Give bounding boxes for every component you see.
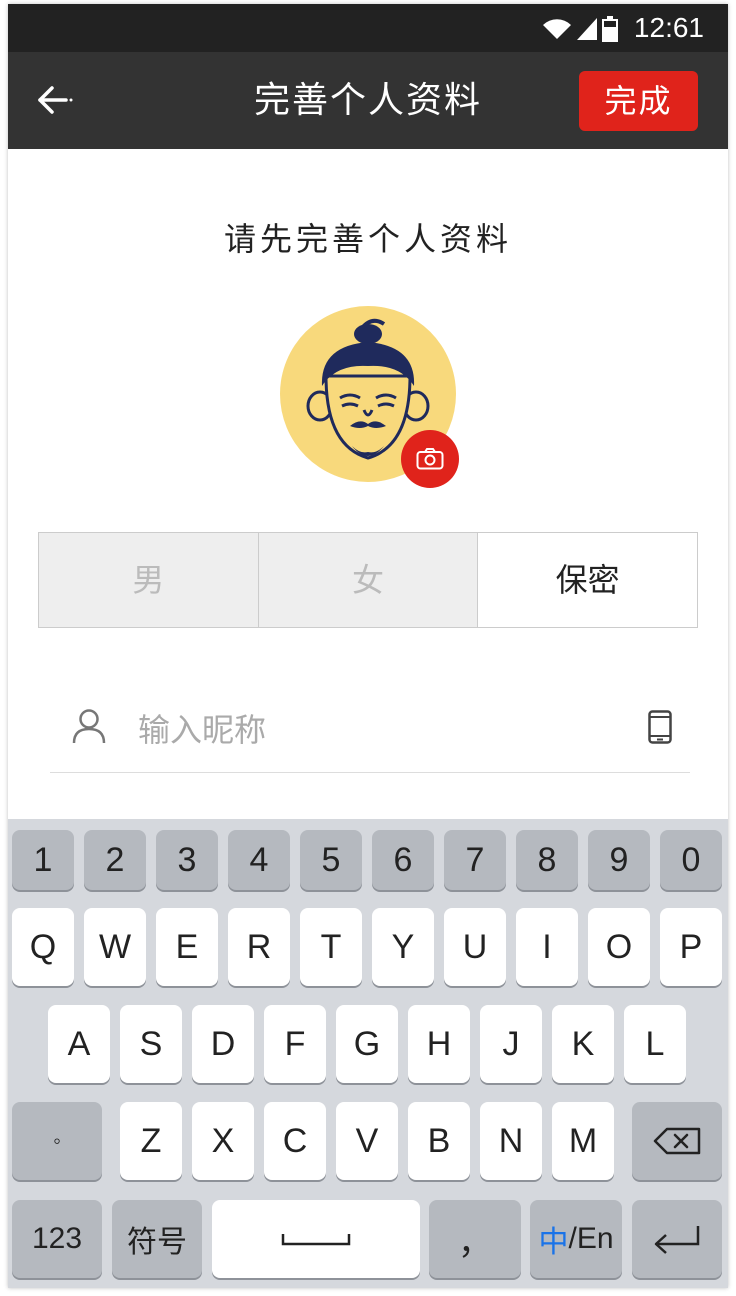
key-z[interactable]: Z <box>120 1102 182 1180</box>
status-icons <box>542 16 618 42</box>
nav-bar: 完善个人资料 完成 <box>8 52 728 149</box>
key-0[interactable]: 0 <box>660 830 722 890</box>
wifi-icon <box>543 19 571 39</box>
keyboard: 1 2 3 4 5 6 7 8 9 0 Q W E R T Y U I O P … <box>8 819 728 1288</box>
gender-option-female[interactable]: 女 <box>257 533 478 627</box>
key-p[interactable]: P <box>660 908 722 986</box>
back-arrow-icon[interactable] <box>34 82 74 118</box>
key-m[interactable]: M <box>552 1102 614 1180</box>
signal-icon <box>577 18 597 40</box>
key-n[interactable]: N <box>480 1102 542 1180</box>
key-h[interactable]: H <box>408 1005 470 1083</box>
done-button[interactable]: 完成 <box>579 71 698 131</box>
lang-zh-label: 中 <box>538 1226 569 1259</box>
avatar-area[interactable] <box>280 306 459 488</box>
key-6[interactable]: 6 <box>372 830 434 890</box>
key-a[interactable]: A <box>48 1005 110 1083</box>
enter-icon <box>654 1226 700 1254</box>
key-dot[interactable]: ◦ <box>12 1102 102 1180</box>
backspace-key[interactable] <box>632 1102 722 1180</box>
status-time: 12:61 <box>633 12 704 43</box>
key-x[interactable]: X <box>192 1102 254 1180</box>
nickname-input[interactable] <box>138 708 598 752</box>
key-i[interactable]: I <box>516 908 578 986</box>
gender-option-male[interactable]: 男 <box>39 533 258 627</box>
gender-selector: 男 女 保密 <box>38 532 698 628</box>
key-123[interactable]: 123 <box>12 1200 102 1278</box>
key-r[interactable]: R <box>228 908 290 986</box>
space-icon <box>281 1234 351 1246</box>
camera-button[interactable] <box>401 430 459 488</box>
key-g[interactable]: G <box>336 1005 398 1083</box>
key-language[interactable]: 中/En <box>530 1200 622 1278</box>
nickname-row <box>50 694 690 773</box>
key-2[interactable]: 2 <box>84 830 146 890</box>
key-3[interactable]: 3 <box>156 830 218 890</box>
enter-key[interactable] <box>632 1200 722 1278</box>
gender-option-secret[interactable]: 保密 <box>477 533 698 627</box>
lang-en-label: /En <box>568 1222 614 1255</box>
key-8[interactable]: 8 <box>516 830 578 890</box>
key-7[interactable]: 7 <box>444 830 506 890</box>
key-t[interactable]: T <box>300 908 362 986</box>
space-key[interactable] <box>212 1200 420 1278</box>
key-d[interactable]: D <box>192 1005 254 1083</box>
key-v[interactable]: V <box>336 1102 398 1180</box>
key-q[interactable]: Q <box>12 908 74 986</box>
battery-icon <box>602 16 618 42</box>
user-icon <box>72 709 106 744</box>
camera-icon <box>416 448 444 470</box>
key-symbols[interactable]: 符号 <box>112 1200 202 1278</box>
key-e[interactable]: E <box>156 908 218 986</box>
key-1[interactable]: 1 <box>12 830 74 890</box>
key-4[interactable]: 4 <box>228 830 290 890</box>
key-l[interactable]: L <box>624 1005 686 1083</box>
key-k[interactable]: K <box>552 1005 614 1083</box>
key-9[interactable]: 9 <box>588 830 650 890</box>
key-w[interactable]: W <box>84 908 146 986</box>
key-u[interactable]: U <box>444 908 506 986</box>
key-c[interactable]: C <box>264 1102 326 1180</box>
key-b[interactable]: B <box>408 1102 470 1180</box>
key-o[interactable]: O <box>588 908 650 986</box>
phone-icon[interactable] <box>648 710 672 744</box>
backspace-icon <box>653 1127 701 1155</box>
key-j[interactable]: J <box>480 1005 542 1083</box>
key-5[interactable]: 5 <box>300 830 362 890</box>
key-y[interactable]: Y <box>372 908 434 986</box>
phone-screen: 12:61 完善个人资料 完成 请先完善个人资料 男 女 保密 输入昵称 1 2… <box>8 4 728 1288</box>
key-f[interactable]: F <box>264 1005 326 1083</box>
key-comma[interactable]: ， <box>429 1200 521 1278</box>
profile-prompt: 请先完善个人资料 <box>223 220 512 258</box>
key-s[interactable]: S <box>120 1005 182 1083</box>
status-bar: 12:61 <box>8 4 728 52</box>
